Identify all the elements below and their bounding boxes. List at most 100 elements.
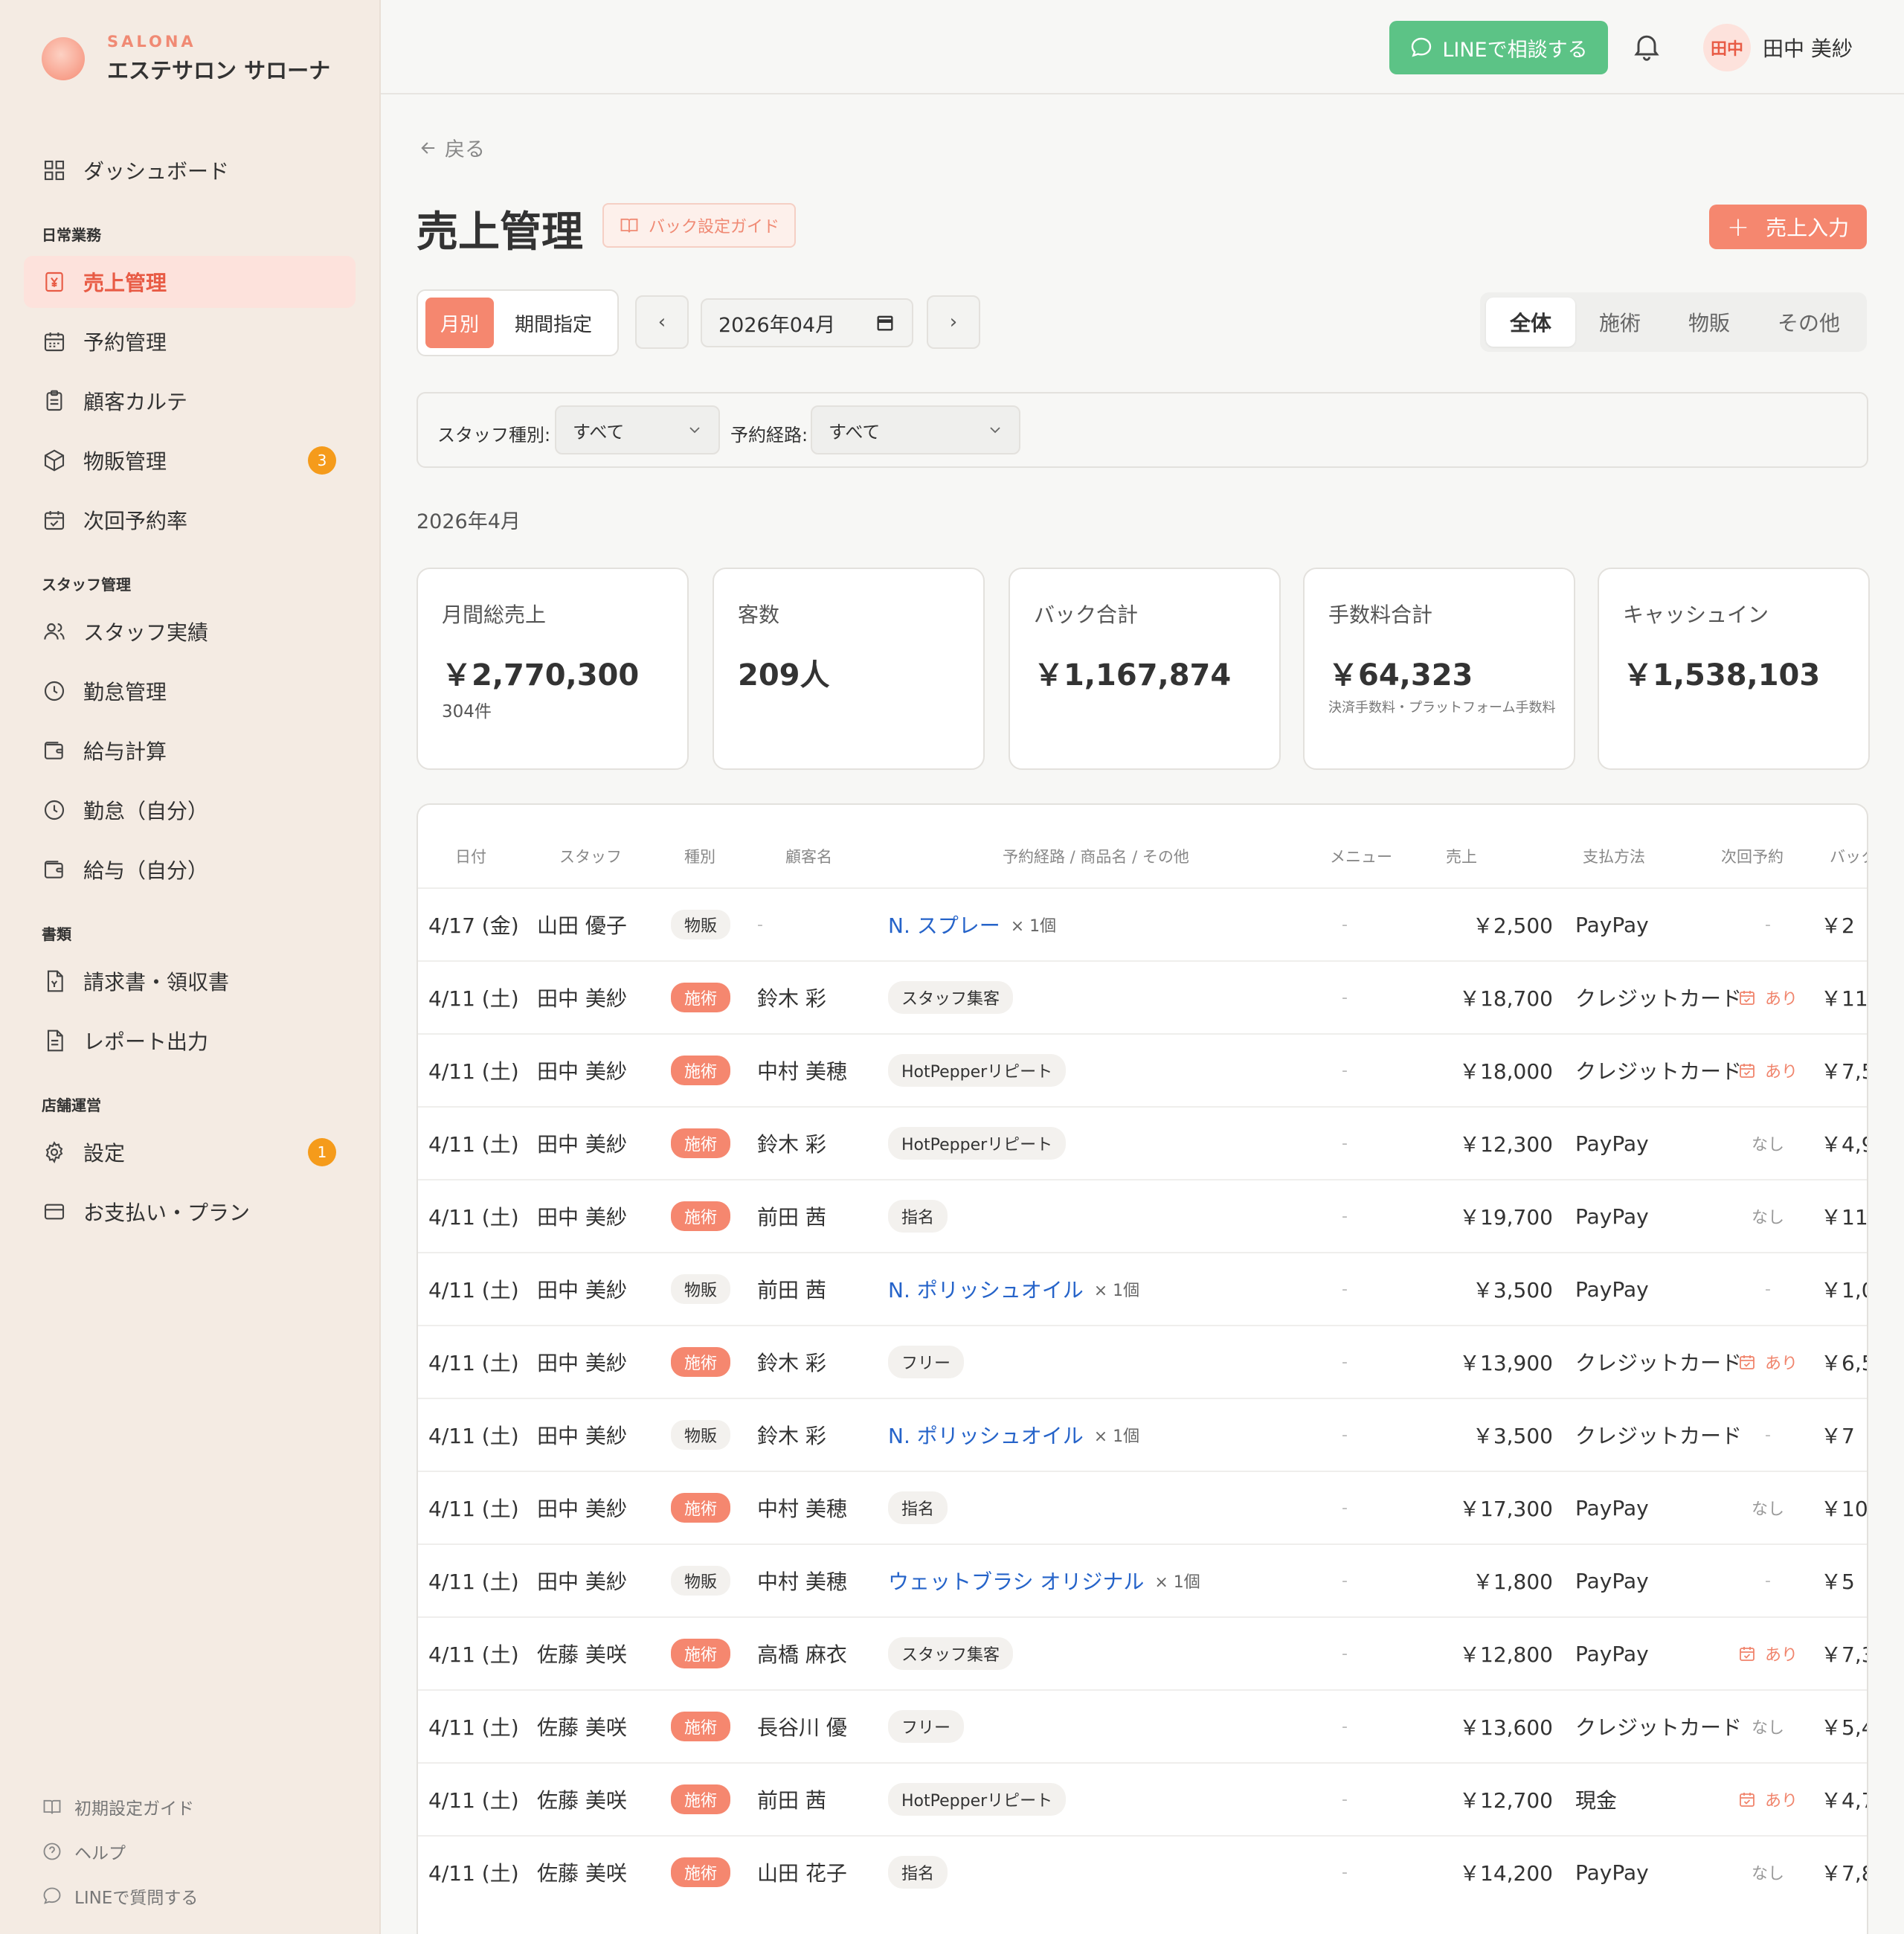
payment-cell: クレジットカード [1575, 1059, 1743, 1084]
staff-cell: 佐藤 美咲 [537, 1642, 627, 1667]
card-icon [42, 1199, 67, 1224]
line-question-link[interactable]: LINEで質問する [42, 1883, 198, 1909]
back-cell: ￥6,5 [1821, 1351, 1867, 1375]
tab-all[interactable]: 全体 [1486, 298, 1575, 347]
back-link[interactable]: 戻る [418, 133, 485, 162]
notification-badge: 1 [308, 1138, 336, 1166]
product-link[interactable]: N. ポリッシュオイル [888, 1420, 1084, 1450]
table-row[interactable]: 4/11 (土) 田中 美紗 施術 鈴木 彩 HotPepperリピート - ￥12,300… [418, 1106, 1867, 1179]
avatar[interactable]: 田中 [1703, 24, 1751, 71]
back-cell: ￥11,5 [1821, 986, 1868, 1011]
sidebar-item-reservations[interactable]: 予約管理 [24, 315, 356, 367]
add-sale-button[interactable]: + 売上入力 [1709, 205, 1867, 249]
staff-cell: 佐藤 美咲 [537, 1788, 627, 1813]
date-cell: 4/11 (土) [428, 1497, 519, 1521]
back-cell: ￥7 [1821, 1424, 1855, 1448]
table-row[interactable]: 4/11 (土) 田中 美紗 施術 前田 茜 指名 - ￥19,700 PayPay なし ￥11… [418, 1179, 1867, 1252]
sidebar-item-payroll[interactable]: 給与計算 [24, 725, 356, 777]
sidebar-item-my-salary[interactable]: 給与（自分） [24, 844, 356, 896]
nav-section-documents: 書類 [42, 925, 71, 943]
booking-route-select[interactable]: すべて [811, 405, 1020, 454]
amount-cell: ￥1,800 [1472, 1570, 1553, 1594]
menu-cell: - [1342, 1207, 1348, 1226]
menu-cell: - [1342, 1279, 1348, 1299]
next-month-button[interactable]: › [927, 295, 980, 349]
table-row[interactable]: 4/11 (土) 佐藤 美咲 施術 高橋 麻衣 スタッフ集客 - ￥12,800 PayPay… [418, 1616, 1867, 1689]
table-row[interactable]: 4/11 (土) 田中 美紗 物販 鈴木 彩 N. ポリッシュオイル × 1個 - ￥3,50… [418, 1398, 1867, 1471]
summary-card-total-sales: 月間総売上 ￥2,770,300 304件 [416, 568, 689, 770]
next-booking-yes: あり [1738, 1787, 1798, 1811]
customer-cell: 長谷川 優 [757, 1715, 847, 1740]
logo[interactable]: SALONA エステサロン サローナ [42, 33, 330, 85]
sidebar-item-customers[interactable]: 顧客カルテ [24, 375, 356, 427]
payment-cell: PayPay [1575, 1204, 1649, 1229]
wallet-icon [42, 857, 67, 882]
customer-cell: 中村 美穂 [757, 1570, 847, 1594]
next-booking-cell: - [1727, 1399, 1809, 1471]
sidebar-item-invoices[interactable]: 請求書・領収書 [24, 955, 356, 1007]
sidebar-item-reports[interactable]: レポート出力 [24, 1015, 356, 1067]
payment-cell: 現金 [1575, 1788, 1618, 1813]
staff-cell: 田中 美紗 [537, 1205, 627, 1230]
mode-monthly-button[interactable]: 月別 [425, 298, 494, 348]
month-picker[interactable]: 2026年04月 [701, 298, 913, 347]
route-product-cell: ウェットブラシ オリジナル × 1個 [888, 1545, 1200, 1616]
sidebar-item-settings[interactable]: 設定 1 [24, 1126, 356, 1178]
menu-cell: - [1342, 1352, 1348, 1372]
table-row[interactable]: 4/11 (土) 田中 美紗 施術 鈴木 彩 フリー - ￥13,900 クレジットカード あり… [418, 1325, 1867, 1398]
sidebar-item-sales[interactable]: 売上管理 [24, 256, 356, 308]
staff-type-label: スタッフ種別: [437, 425, 551, 446]
product-link[interactable]: ウェットブラシ オリジナル [888, 1566, 1144, 1596]
table-row[interactable]: 4/11 (土) 田中 美紗 物販 中村 美穂 ウェットブラシ オリジナル × 1個 - ￥1… [418, 1543, 1867, 1616]
sidebar-item-label: 予約管理 [83, 330, 167, 355]
prev-month-button[interactable]: ‹ [635, 295, 689, 349]
help-link[interactable]: ヘルプ [42, 1839, 126, 1864]
staff-cell: 田中 美紗 [537, 1424, 627, 1448]
table-row[interactable]: 4/11 (土) 田中 美紗 物販 前田 茜 N. ポリッシュオイル × 1個 - ￥3,50… [418, 1252, 1867, 1325]
table-row[interactable]: 4/11 (土) 佐藤 美咲 施術 前田 茜 HotPepperリピート - ￥12,700… [418, 1762, 1867, 1835]
tab-other[interactable]: その他 [1754, 298, 1864, 347]
quantity: × 1個 [1010, 917, 1057, 936]
tab-retail[interactable]: 物販 [1665, 298, 1754, 347]
sidebar-item-label: レポート出力 [83, 1029, 209, 1054]
tab-treatment[interactable]: 施術 [1575, 298, 1665, 347]
product-link[interactable]: N. スプレー [888, 910, 1000, 939]
mode-range-button[interactable]: 期間指定 [494, 298, 613, 348]
sidebar-item-my-attendance[interactable]: 勤怠（自分） [24, 784, 356, 836]
sidebar-item-staff-performance[interactable]: スタッフ実績 [24, 605, 356, 658]
calendar-check-icon [1740, 1793, 1755, 1807]
line-consult-button[interactable]: LINEで相談する [1389, 21, 1608, 74]
sidebar-item-products[interactable]: 物販管理 3 [24, 434, 356, 486]
sidebar-item-attendance[interactable]: 勤怠管理 [24, 665, 356, 717]
date-cell: 4/11 (土) [428, 1570, 519, 1594]
bell-icon[interactable] [1630, 30, 1663, 62]
back-cell: ￥7,3 [1821, 1642, 1867, 1667]
table-row[interactable]: 4/11 (土) 田中 美紗 施術 中村 美穂 HotPepperリピート - ￥18,00… [418, 1033, 1867, 1106]
booking-route-tag: フリー [888, 1346, 965, 1378]
nav-section-store: 店舗運営 [42, 1096, 101, 1114]
sidebar-item-next-booking-rate[interactable]: 次回予約率 [24, 494, 356, 546]
table-row[interactable]: 4/17 (金) 山田 優子 物販 - N. スプレー × 1個 - ￥2,500 PayPay… [418, 887, 1867, 960]
booking-route-tag: 指名 [888, 1200, 948, 1233]
table-row[interactable]: 4/11 (土) 田中 美紗 施術 中村 美穂 指名 - ￥17,300 PayPay なし ￥1… [418, 1471, 1868, 1543]
payment-cell: PayPay [1575, 912, 1649, 937]
back-setting-guide-button[interactable]: バック設定ガイド [602, 203, 796, 248]
amount-cell: ￥14,200 [1459, 1861, 1553, 1886]
type-cell: 物販 [671, 1253, 731, 1325]
sidebar-item-dashboard[interactable]: ダッシュボード [24, 144, 356, 196]
table-row[interactable]: 4/11 (土) 佐藤 美咲 施術 長谷川 優 フリー - ￥13,600 クレジットカードな… [418, 1689, 1867, 1762]
next-booking-none: - [1765, 1279, 1771, 1299]
staff-cell: 田中 美紗 [537, 1497, 627, 1521]
product-link[interactable]: N. ポリッシュオイル [888, 1274, 1084, 1304]
sidebar-item-billing[interactable]: お支払い・プラン [24, 1186, 356, 1238]
staff-type-select[interactable]: すべて [555, 405, 720, 454]
setup-guide-link[interactable]: 初期設定ガイド [42, 1794, 194, 1819]
staff-cell: 田中 美紗 [537, 1351, 627, 1375]
table-row[interactable]: 4/11 (土) 佐藤 美咲 施術 山田 花子 指名 - ￥14,200 PayPay なし ￥7… [418, 1835, 1867, 1908]
back-cell: ￥10,3 [1821, 1497, 1868, 1521]
next-booking-cell: なし [1727, 1180, 1809, 1252]
table-row[interactable]: 4/11 (土) 田中 美紗 施術 鈴木 彩 スタッフ集客 - ￥18,700 クレジットカー… [418, 960, 1868, 1033]
menu-cell: - [1342, 1425, 1348, 1445]
calendar-check-icon [1740, 1647, 1755, 1661]
user-name[interactable]: 田中 美紗 [1763, 33, 1853, 62]
